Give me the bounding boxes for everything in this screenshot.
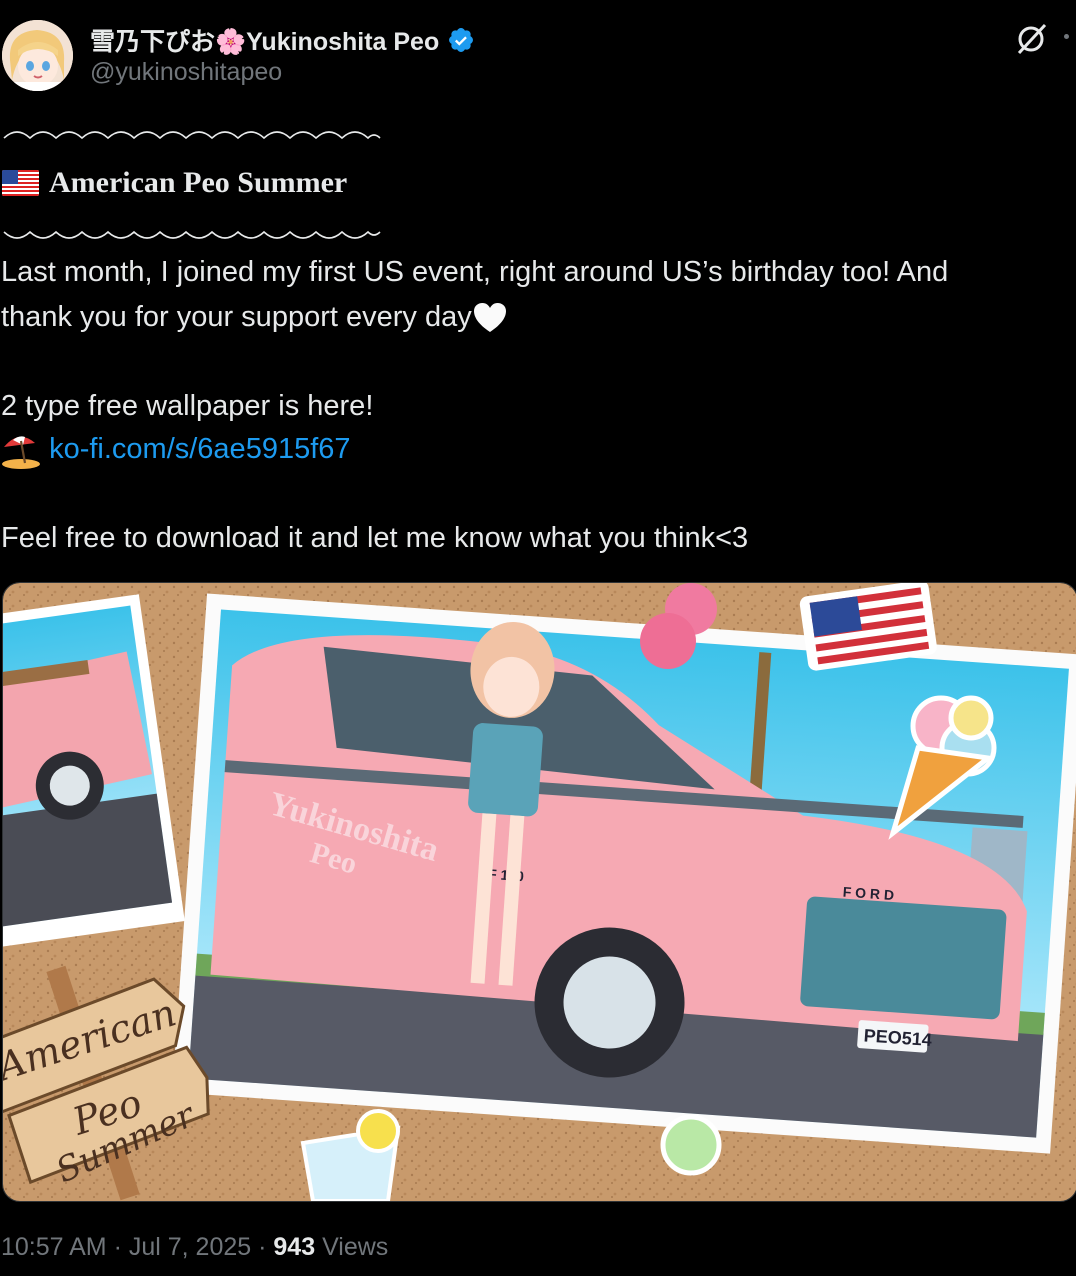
views-label: Views [315, 1233, 389, 1261]
views-count[interactable]: 943 [273, 1233, 315, 1261]
author-handle[interactable]: @yukinoshitapeo [90, 58, 282, 87]
kofi-link[interactable]: ko-fi.com/s/6ae5915f67 [49, 433, 350, 465]
meta-separator: · [106, 1233, 129, 1261]
post-meta: 10:57 AM · Jul 7, 2025 · 943 Views [1, 1233, 388, 1262]
post-text-line-2-text: thank you for your support every day [1, 301, 472, 333]
post-title-row: American Peo Summer [2, 166, 347, 200]
meta-separator: · [251, 1233, 274, 1261]
author-name-text: 雪乃下ぴお🌸Yukinoshita Peo [90, 28, 440, 56]
post-date[interactable]: Jul 7, 2025 [129, 1233, 251, 1261]
beach-umbrella-icon [2, 436, 40, 470]
verified-badge-icon [449, 28, 474, 52]
post-text-line-1: Last month, I joined my first US event, … [1, 256, 949, 288]
post-text-line-3: 2 type free wallpaper is here! [1, 390, 374, 422]
white-heart-icon [473, 303, 506, 333]
post-text-line-2: thank you for your support every day [1, 295, 508, 340]
wave-divider-bottom [3, 230, 381, 239]
post-time[interactable]: 10:57 AM [1, 1233, 107, 1261]
post-text-line-4: Feel free to download it and let me know… [1, 522, 749, 554]
avatar[interactable] [2, 20, 73, 91]
post-title: American Peo Summer [49, 166, 348, 199]
post-link-row: ko-fi.com/s/6ae5915f67 [1, 427, 351, 472]
more-icon[interactable] [1064, 34, 1069, 39]
us-flag-icon [2, 170, 39, 196]
post-media-image[interactable]: PEO514 F 150 F O R D Yukinoshita Peo Ame… [2, 582, 1076, 1202]
wave-divider-top [3, 131, 381, 140]
author-display-name[interactable]: 雪乃下ぴお🌸Yukinoshita Peo [90, 22, 475, 58]
grok-icon[interactable] [1012, 20, 1050, 58]
